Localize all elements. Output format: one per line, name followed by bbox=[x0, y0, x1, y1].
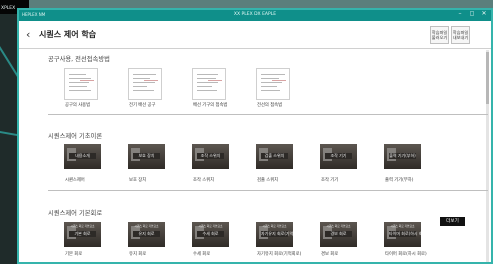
item-caption: 자기유지 회로(기억회로) bbox=[257, 252, 302, 257]
document-thumbnail[interactable] bbox=[256, 68, 290, 100]
section-title-tools: 공구사용, 전선접속방법 bbox=[48, 56, 110, 63]
thumbnail-label: 유지 회로 bbox=[133, 231, 160, 237]
thumbnail-top-label: 시퀀스 회로 기본요소 bbox=[198, 224, 223, 228]
minimize-button[interactable]: – bbox=[456, 11, 464, 17]
video-thumbnail[interactable]: 검출 스위치 bbox=[256, 144, 293, 169]
thumbnail-top-label: 시퀀스 회로 기본요소 bbox=[262, 224, 287, 228]
scroll-thumb[interactable] bbox=[486, 52, 489, 104]
thumbnail-label: 보호 장치 bbox=[133, 153, 160, 159]
thumbnail-label: 타이머 회로(하시 회로) bbox=[389, 231, 421, 237]
video-thumbnail[interactable]: 시퀀스 회로 기본요소타이머 회로(하시 회로) bbox=[384, 222, 421, 247]
item-caption: 전선의 접속법 bbox=[257, 103, 283, 108]
document-thumbnail[interactable] bbox=[64, 68, 98, 100]
titlebar: HEPLEX NM XX PLEX DX EAPLE – ◻ ✕ bbox=[19, 10, 491, 21]
section-title-circuits: 시퀀스제어 기본회로 bbox=[48, 210, 103, 217]
item-caption: 전기 배선 공구 bbox=[129, 103, 156, 108]
document-thumbnail[interactable] bbox=[192, 68, 226, 100]
window-controls: – ◻ ✕ bbox=[456, 11, 488, 17]
thumbnail-label: 경보 회로 bbox=[325, 231, 352, 237]
thumbnail-label: 수세 회로 bbox=[197, 231, 224, 237]
item-caption: 시퀀스제어 bbox=[65, 178, 85, 183]
video-thumbnail[interactable]: 시퀀스 회로 기본요소기본 회로 bbox=[64, 222, 101, 247]
thumbnail-label: 내용소개 bbox=[69, 153, 96, 159]
header-bar: ‹ 시퀀스 제어 학습 학습파일 불러오기 학습파일 내보내기 bbox=[19, 21, 491, 49]
video-thumbnail[interactable]: 내용소개 bbox=[64, 144, 101, 169]
video-thumbnail[interactable]: 조작 기기 bbox=[320, 144, 357, 169]
video-thumbnail[interactable]: 보호 장치 bbox=[128, 144, 165, 169]
thumbnail-label: 검출 스위치 bbox=[261, 153, 288, 159]
item-caption: 검출 스위치 bbox=[257, 178, 279, 183]
video-thumbnail[interactable]: 출력 기기(부하) bbox=[384, 144, 421, 169]
item-caption: 유지 회로 bbox=[129, 252, 147, 257]
thumbnail-top-label: 시퀀스 회로 기본요소 bbox=[326, 224, 351, 228]
thumbnail-label: 조작 스위치 bbox=[197, 153, 224, 159]
section-divider bbox=[48, 190, 488, 191]
item-caption: 출력 기기(부하) bbox=[385, 178, 414, 183]
item-caption: 조작 기기 bbox=[321, 178, 339, 183]
thumbnail-top-label: 시퀀스 회로 기본요소 bbox=[134, 224, 159, 228]
item-caption: 타이머 회로(하시 회로) bbox=[385, 252, 427, 257]
section-divider bbox=[48, 114, 488, 115]
thumbnail-label: 기본 회로 bbox=[69, 231, 96, 237]
item-caption: 공구의 사용법 bbox=[65, 103, 91, 108]
load-study-file-button[interactable]: 학습파일 불러오기 bbox=[430, 26, 449, 44]
background-label: XPLEX bbox=[1, 6, 16, 11]
thumbnail-label: 조작 기기 bbox=[325, 153, 352, 159]
video-thumbnail[interactable]: 시퀀스 회로 기본요소경보 회로 bbox=[320, 222, 357, 247]
thumbnail-top-label: 시퀀스 회로 기본요소 bbox=[70, 224, 95, 228]
page-title: 시퀀스 제어 학습 bbox=[39, 30, 97, 39]
video-thumbnail[interactable]: 시퀀스 회로 기본요소자기유지 회로(기억회로) bbox=[256, 222, 293, 247]
item-caption: 배선 기구의 접속법 bbox=[193, 103, 228, 108]
more-button[interactable]: 더보기 bbox=[440, 217, 465, 226]
item-caption: 보호 장치 bbox=[129, 178, 147, 183]
thumbnail-label: 출력 기기(부하) bbox=[389, 153, 416, 159]
export-study-file-button[interactable]: 학습파일 내보내기 bbox=[451, 26, 470, 44]
item-caption: 경보 회로 bbox=[321, 252, 339, 257]
video-thumbnail[interactable]: 시퀀스 회로 기본요소수세 회로 bbox=[192, 222, 229, 247]
close-button[interactable]: ✕ bbox=[480, 11, 488, 17]
item-caption: 기본 회로 bbox=[65, 252, 83, 257]
document-thumbnail[interactable] bbox=[128, 68, 162, 100]
window-title: XX PLEX DX EAPLE bbox=[233, 12, 277, 17]
thumbnail-top-label: 시퀀스 회로 기본요소 bbox=[390, 224, 415, 228]
video-thumbnail[interactable]: 조작 스위치 bbox=[192, 144, 229, 169]
item-caption: 수세 회로 bbox=[193, 252, 211, 257]
thumbnail-label: 자기유지 회로(기억회로) bbox=[261, 231, 293, 237]
chevron-left-icon[interactable]: ‹ bbox=[26, 28, 30, 41]
section-title-basics: 시퀀스제어 기초이론 bbox=[48, 133, 103, 140]
app-window: HEPLEX NM XX PLEX DX EAPLE – ◻ ✕ ‹ 시퀀스 제… bbox=[17, 8, 493, 264]
maximize-button[interactable]: ◻ bbox=[468, 11, 476, 17]
video-thumbnail[interactable]: 시퀀스 회로 기본요소유지 회로 bbox=[128, 222, 165, 247]
item-caption: 조작 스위치 bbox=[193, 178, 215, 183]
